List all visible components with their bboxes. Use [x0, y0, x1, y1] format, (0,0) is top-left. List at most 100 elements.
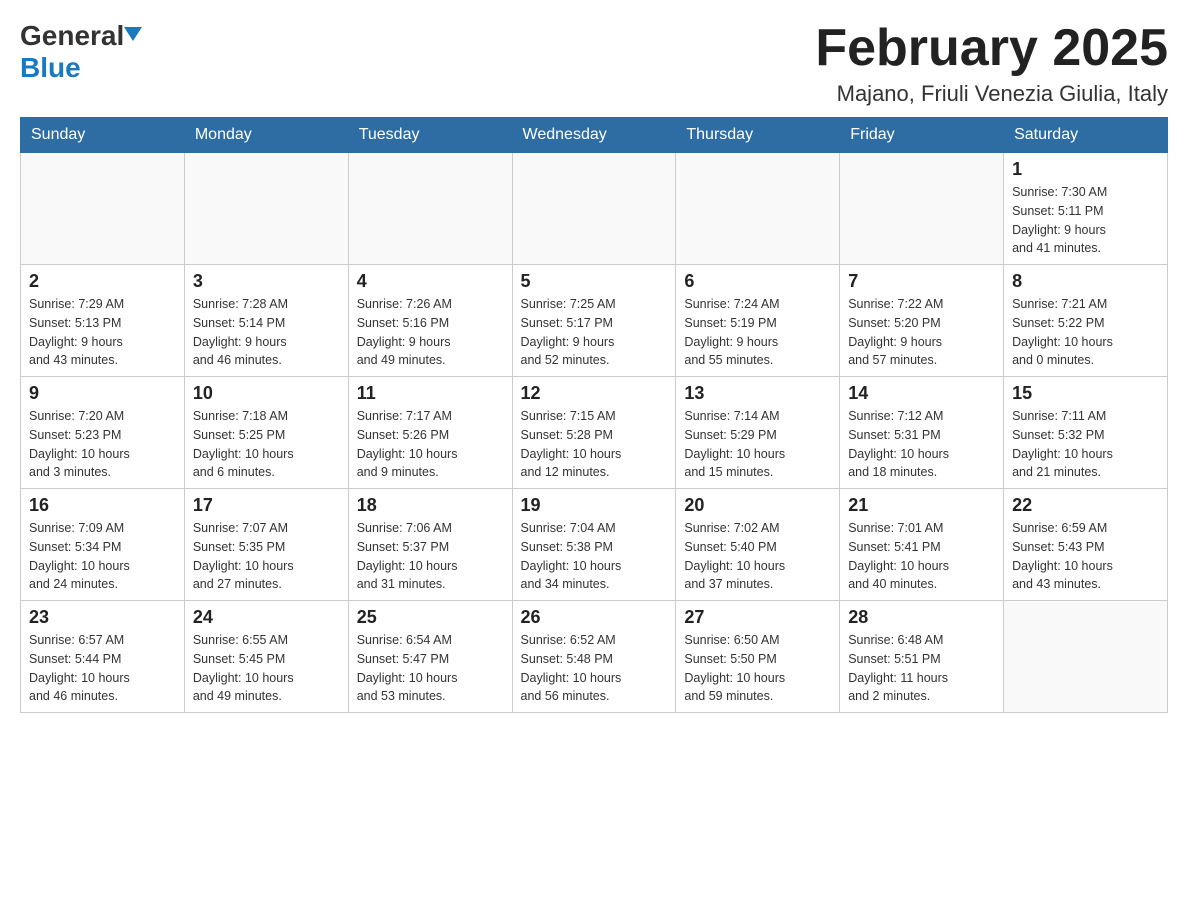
calendar-day-cell — [840, 153, 1004, 265]
day-number: 15 — [1012, 383, 1159, 404]
calendar-header-saturday: Saturday — [1004, 118, 1168, 153]
day-info: Sunrise: 7:04 AM Sunset: 5:38 PM Dayligh… — [521, 519, 668, 594]
calendar-day-cell: 10 Sunrise: 7:18 AM Sunset: 5:25 PM Dayli… — [184, 377, 348, 489]
day-info: Sunrise: 7:12 AM Sunset: 5:31 PM Dayligh… — [848, 407, 995, 482]
calendar-day-cell: 20 Sunrise: 7:02 AM Sunset: 5:40 PM Dayli… — [676, 489, 840, 601]
day-number: 18 — [357, 495, 504, 516]
day-number: 25 — [357, 607, 504, 628]
calendar-day-cell: 14 Sunrise: 7:12 AM Sunset: 5:31 PM Dayli… — [840, 377, 1004, 489]
calendar-day-cell: 22 Sunrise: 6:59 AM Sunset: 5:43 PM Dayli… — [1004, 489, 1168, 601]
day-info: Sunrise: 6:54 AM Sunset: 5:47 PM Dayligh… — [357, 631, 504, 706]
calendar-day-cell — [348, 153, 512, 265]
day-number: 1 — [1012, 159, 1159, 180]
calendar-day-cell: 17 Sunrise: 7:07 AM Sunset: 5:35 PM Dayli… — [184, 489, 348, 601]
day-number: 4 — [357, 271, 504, 292]
location-text: Majano, Friuli Venezia Giulia, Italy — [815, 81, 1168, 107]
day-number: 8 — [1012, 271, 1159, 292]
day-info: Sunrise: 7:18 AM Sunset: 5:25 PM Dayligh… — [193, 407, 340, 482]
day-info: Sunrise: 7:21 AM Sunset: 5:22 PM Dayligh… — [1012, 295, 1159, 370]
calendar-header-row: SundayMondayTuesdayWednesdayThursdayFrid… — [21, 118, 1168, 153]
day-info: Sunrise: 6:59 AM Sunset: 5:43 PM Dayligh… — [1012, 519, 1159, 594]
day-info: Sunrise: 7:09 AM Sunset: 5:34 PM Dayligh… — [29, 519, 176, 594]
logo-blue-text: Blue — [20, 52, 81, 83]
calendar-day-cell: 1Sunrise: 7:30 AM Sunset: 5:11 PM Daylig… — [1004, 153, 1168, 265]
calendar-header-friday: Friday — [840, 118, 1004, 153]
day-info: Sunrise: 7:28 AM Sunset: 5:14 PM Dayligh… — [193, 295, 340, 370]
logo: General Blue — [20, 20, 142, 84]
calendar-day-cell: 16 Sunrise: 7:09 AM Sunset: 5:34 PM Dayli… — [21, 489, 185, 601]
calendar-day-cell — [1004, 601, 1168, 713]
day-number: 22 — [1012, 495, 1159, 516]
calendar-header-tuesday: Tuesday — [348, 118, 512, 153]
title-block: February 2025 Majano, Friuli Venezia Giu… — [815, 20, 1168, 107]
calendar-day-cell: 8 Sunrise: 7:21 AM Sunset: 5:22 PM Daylig… — [1004, 265, 1168, 377]
day-info: Sunrise: 7:25 AM Sunset: 5:17 PM Dayligh… — [521, 295, 668, 370]
calendar-day-cell — [184, 153, 348, 265]
day-info: Sunrise: 7:07 AM Sunset: 5:35 PM Dayligh… — [193, 519, 340, 594]
day-info: Sunrise: 6:50 AM Sunset: 5:50 PM Dayligh… — [684, 631, 831, 706]
calendar-day-cell: 27 Sunrise: 6:50 AM Sunset: 5:50 PM Dayli… — [676, 601, 840, 713]
calendar-table: SundayMondayTuesdayWednesdayThursdayFrid… — [20, 117, 1168, 713]
calendar-header-thursday: Thursday — [676, 118, 840, 153]
day-info: Sunrise: 6:52 AM Sunset: 5:48 PM Dayligh… — [521, 631, 668, 706]
day-number: 11 — [357, 383, 504, 404]
calendar-day-cell — [512, 153, 676, 265]
calendar-day-cell: 5 Sunrise: 7:25 AM Sunset: 5:17 PM Daylig… — [512, 265, 676, 377]
day-number: 24 — [193, 607, 340, 628]
day-number: 10 — [193, 383, 340, 404]
day-number: 17 — [193, 495, 340, 516]
calendar-day-cell: 6Sunrise: 7:24 AM Sunset: 5:19 PM Daylig… — [676, 265, 840, 377]
calendar-day-cell: 28Sunrise: 6:48 AM Sunset: 5:51 PM Dayli… — [840, 601, 1004, 713]
calendar-day-cell — [21, 153, 185, 265]
calendar-day-cell: 3Sunrise: 7:28 AM Sunset: 5:14 PM Daylig… — [184, 265, 348, 377]
calendar-day-cell: 2 Sunrise: 7:29 AM Sunset: 5:13 PM Daylig… — [21, 265, 185, 377]
calendar-day-cell: 26 Sunrise: 6:52 AM Sunset: 5:48 PM Dayli… — [512, 601, 676, 713]
day-number: 7 — [848, 271, 995, 292]
calendar-day-cell: 23 Sunrise: 6:57 AM Sunset: 5:44 PM Dayli… — [21, 601, 185, 713]
calendar-day-cell: 18 Sunrise: 7:06 AM Sunset: 5:37 PM Dayli… — [348, 489, 512, 601]
day-number: 26 — [521, 607, 668, 628]
day-info: Sunrise: 7:06 AM Sunset: 5:37 PM Dayligh… — [357, 519, 504, 594]
day-info: Sunrise: 7:20 AM Sunset: 5:23 PM Dayligh… — [29, 407, 176, 482]
calendar-day-cell: 11 Sunrise: 7:17 AM Sunset: 5:26 PM Dayli… — [348, 377, 512, 489]
day-number: 16 — [29, 495, 176, 516]
calendar-header-wednesday: Wednesday — [512, 118, 676, 153]
calendar-day-cell: 24 Sunrise: 6:55 AM Sunset: 5:45 PM Dayli… — [184, 601, 348, 713]
day-info: Sunrise: 7:22 AM Sunset: 5:20 PM Dayligh… — [848, 295, 995, 370]
day-number: 19 — [521, 495, 668, 516]
day-info: Sunrise: 7:24 AM Sunset: 5:19 PM Dayligh… — [684, 295, 831, 370]
page-header: General Blue February 2025 Majano, Friul… — [20, 20, 1168, 107]
calendar-day-cell: 15 Sunrise: 7:11 AM Sunset: 5:32 PM Dayli… — [1004, 377, 1168, 489]
calendar-day-cell: 13Sunrise: 7:14 AM Sunset: 5:29 PM Dayli… — [676, 377, 840, 489]
day-number: 27 — [684, 607, 831, 628]
day-info: Sunrise: 6:57 AM Sunset: 5:44 PM Dayligh… — [29, 631, 176, 706]
calendar-day-cell: 12Sunrise: 7:15 AM Sunset: 5:28 PM Dayli… — [512, 377, 676, 489]
calendar-header-monday: Monday — [184, 118, 348, 153]
calendar-day-cell: 19 Sunrise: 7:04 AM Sunset: 5:38 PM Dayli… — [512, 489, 676, 601]
day-info: Sunrise: 7:02 AM Sunset: 5:40 PM Dayligh… — [684, 519, 831, 594]
calendar-day-cell: 9 Sunrise: 7:20 AM Sunset: 5:23 PM Daylig… — [21, 377, 185, 489]
day-number: 28 — [848, 607, 995, 628]
day-info: Sunrise: 7:01 AM Sunset: 5:41 PM Dayligh… — [848, 519, 995, 594]
calendar-week-row: 1Sunrise: 7:30 AM Sunset: 5:11 PM Daylig… — [21, 153, 1168, 265]
day-number: 14 — [848, 383, 995, 404]
day-number: 9 — [29, 383, 176, 404]
day-info: Sunrise: 7:15 AM Sunset: 5:28 PM Dayligh… — [521, 407, 668, 482]
calendar-week-row: 2 Sunrise: 7:29 AM Sunset: 5:13 PM Daylig… — [21, 265, 1168, 377]
day-info: Sunrise: 6:55 AM Sunset: 5:45 PM Dayligh… — [193, 631, 340, 706]
day-number: 5 — [521, 271, 668, 292]
calendar-day-cell: 4Sunrise: 7:26 AM Sunset: 5:16 PM Daylig… — [348, 265, 512, 377]
day-info: Sunrise: 7:17 AM Sunset: 5:26 PM Dayligh… — [357, 407, 504, 482]
calendar-week-row: 16 Sunrise: 7:09 AM Sunset: 5:34 PM Dayli… — [21, 489, 1168, 601]
day-info: Sunrise: 7:29 AM Sunset: 5:13 PM Dayligh… — [29, 295, 176, 370]
calendar-day-cell: 25 Sunrise: 6:54 AM Sunset: 5:47 PM Dayli… — [348, 601, 512, 713]
calendar-day-cell — [676, 153, 840, 265]
calendar-week-row: 9 Sunrise: 7:20 AM Sunset: 5:23 PM Daylig… — [21, 377, 1168, 489]
logo-general-text: General — [20, 20, 124, 52]
day-number: 20 — [684, 495, 831, 516]
day-number: 2 — [29, 271, 176, 292]
calendar-week-row: 23 Sunrise: 6:57 AM Sunset: 5:44 PM Dayli… — [21, 601, 1168, 713]
day-info: Sunrise: 7:11 AM Sunset: 5:32 PM Dayligh… — [1012, 407, 1159, 482]
day-number: 13 — [684, 383, 831, 404]
day-number: 23 — [29, 607, 176, 628]
